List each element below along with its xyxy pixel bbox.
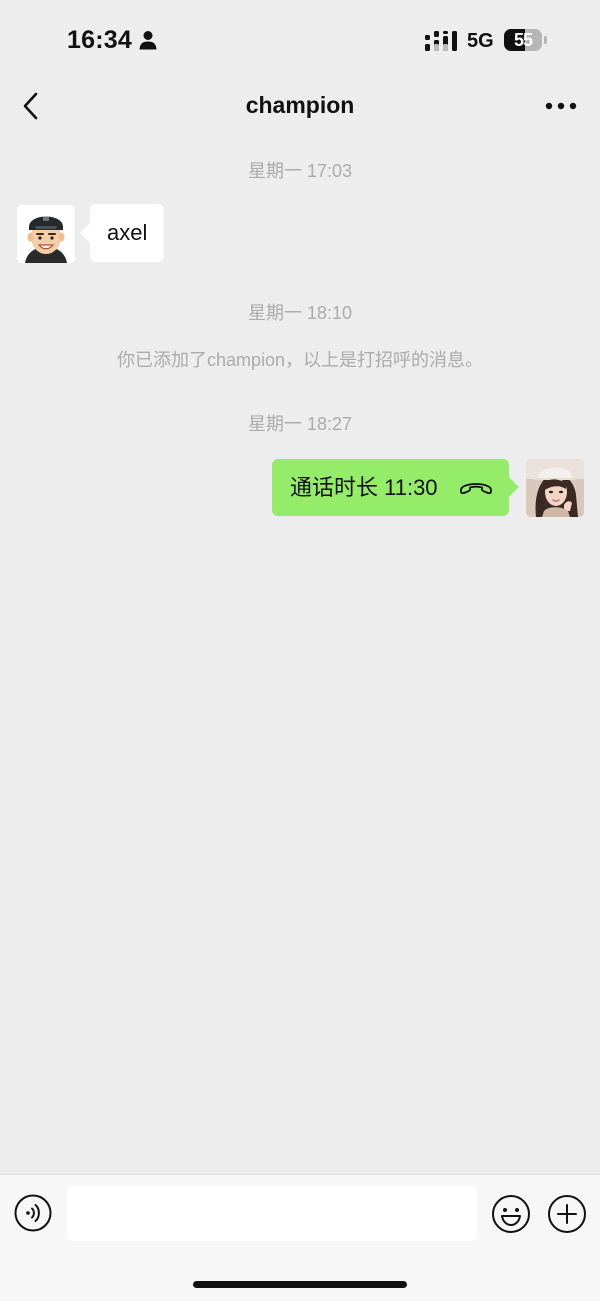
chat-title: champion	[245, 92, 355, 118]
plus-icon[interactable]	[547, 1194, 587, 1234]
person-icon	[139, 31, 157, 50]
outgoing-call-bubble[interactable]: 通话时长 11:30	[272, 459, 509, 516]
woman-photo-avatar	[526, 459, 584, 517]
status-time: 16:34	[67, 26, 132, 54]
battery-percent: 55	[513, 30, 533, 50]
timestamp: 星期一 17:03	[247, 161, 353, 181]
voice-icon[interactable]	[14, 1194, 52, 1232]
emoji-icon[interactable]	[491, 1194, 531, 1234]
contact-avatar[interactable]	[17, 205, 75, 263]
battery-tip	[544, 36, 547, 44]
call-duration-text: 通话时长 11:30	[290, 475, 438, 500]
phone-hangup-icon	[460, 483, 492, 495]
incoming-message-bubble[interactable]: axel	[90, 204, 165, 262]
message-text: axel	[107, 220, 148, 245]
battery-indicator: 55	[504, 29, 542, 51]
home-indicator	[193, 1281, 407, 1288]
timestamp: 星期一 18:27	[247, 414, 353, 434]
more-dots-icon[interactable]	[544, 96, 578, 116]
my-avatar[interactable]	[526, 459, 584, 517]
network-label: 5G	[467, 30, 494, 52]
timestamp: 星期一 18:10	[247, 303, 353, 323]
message-input[interactable]	[67, 1186, 477, 1241]
cartoon-man-cap-avatar	[17, 205, 75, 263]
system-message: 你已添加了champion，以上是打招呼的消息。	[116, 350, 484, 370]
signal-icon	[425, 31, 457, 51]
